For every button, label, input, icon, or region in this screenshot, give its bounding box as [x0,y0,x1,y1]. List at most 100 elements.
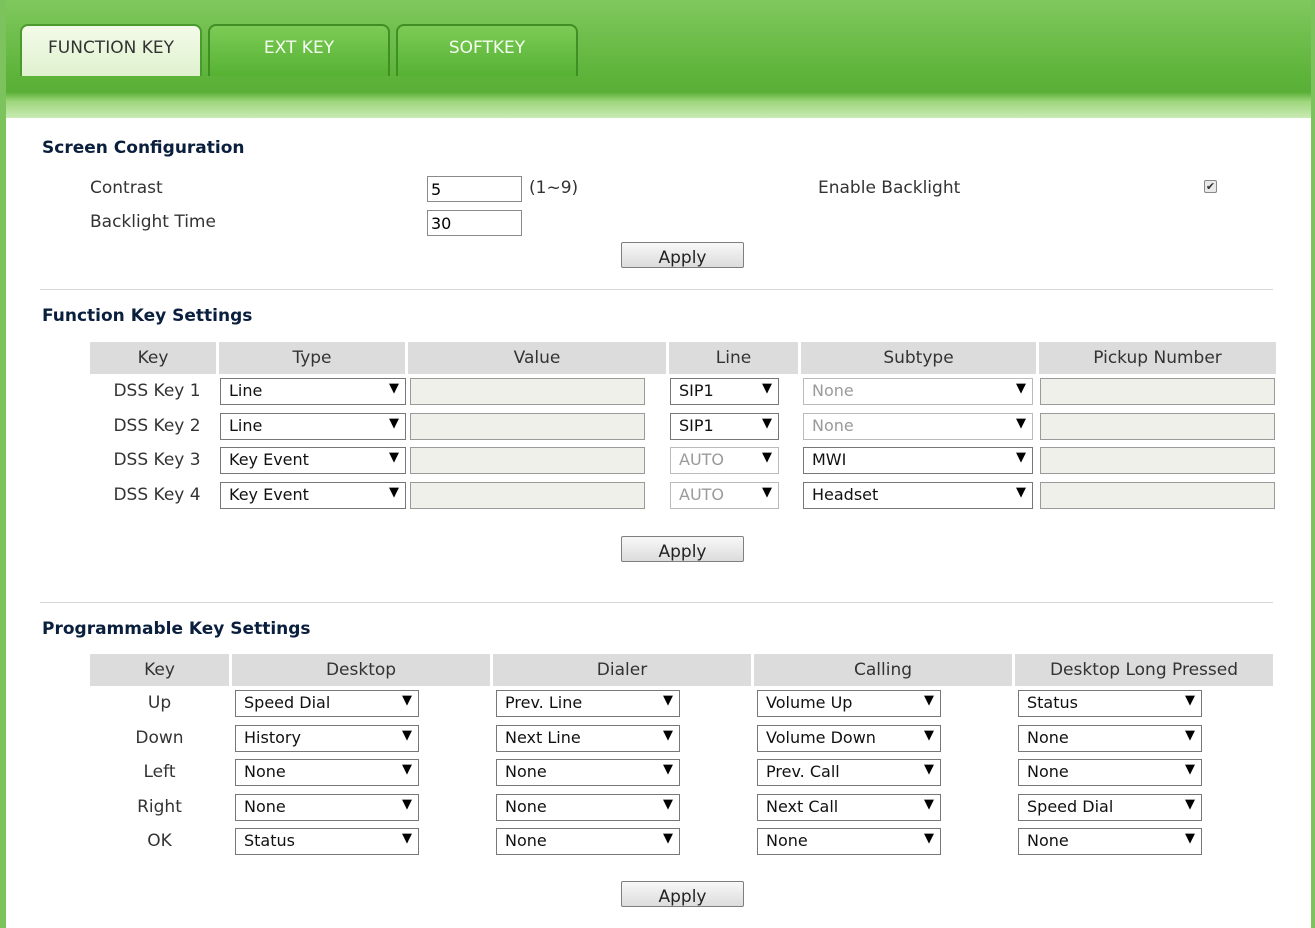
long-press-select[interactable]: None ▼ [1018,828,1202,855]
dss-value-input[interactable] [410,378,645,405]
chevron-down-icon: ▼ [1016,416,1026,431]
dss-key-label: DSS Key 1 [113,381,201,401]
screen-config-title: Screen Configuration [42,138,245,158]
chevron-down-icon: ▼ [402,797,412,812]
dialer-select[interactable]: Prev. Line ▼ [496,690,680,717]
desktop-select[interactable]: Status ▼ [235,828,419,855]
dialer-select[interactable]: None ▼ [496,759,680,786]
dss-value-input[interactable] [410,482,645,509]
tab-softkey[interactable]: SOFTKEY [396,24,578,76]
chevron-down-icon: ▼ [924,797,934,812]
table-row: Left None ▼ None ▼ Prev. Call ▼ None ▼ [6,759,1311,786]
table-row: DSS Key 1 Line ▼ SIP1 ▼ None ▼ [6,378,1311,405]
dss-subtype-select[interactable]: None ▼ [803,413,1033,440]
chevron-down-icon: ▼ [762,381,772,396]
backlight-time-input[interactable] [427,210,522,236]
dss-value-input[interactable] [410,413,645,440]
prog-key-label: Down [135,728,184,748]
chevron-down-icon: ▼ [1185,797,1195,812]
dss-type-select[interactable]: Key Event ▼ [220,482,406,509]
col-type: Type [219,342,405,374]
function-key-title: Function Key Settings [42,306,253,326]
main-content: Screen Configuration Contrast (1~9) Enab… [6,118,1311,928]
calling-select[interactable]: Volume Up ▼ [757,690,941,717]
col-value: Value [408,342,666,374]
chevron-down-icon: ▼ [762,450,772,465]
chevron-down-icon: ▼ [1016,450,1026,465]
desktop-select[interactable]: None ▼ [235,794,419,821]
dss-subtype-select[interactable]: None ▼ [803,378,1033,405]
dss-pickup-input[interactable] [1040,413,1275,440]
col-subtype: Subtype [801,342,1036,374]
long-press-select[interactable]: None ▼ [1018,759,1202,786]
chevron-down-icon: ▼ [663,693,673,708]
table-row: OK Status ▼ None ▼ None ▼ None ▼ [6,828,1311,855]
chevron-down-icon: ▼ [1016,485,1026,500]
chevron-down-icon: ▼ [402,831,412,846]
desktop-select[interactable]: History ▼ [235,725,419,752]
table-row: DSS Key 4 Key Event ▼ AUTO ▼ Headset ▼ [6,482,1311,509]
chevron-down-icon: ▼ [389,416,399,431]
enable-backlight-checkbox[interactable]: ✔ [1204,180,1217,193]
chevron-down-icon: ▼ [389,450,399,465]
chevron-down-icon: ▼ [924,728,934,743]
long-press-select[interactable]: None ▼ [1018,725,1202,752]
col-dialer: Dialer [493,654,751,686]
tab-bar: FUNCTION KEY EXT KEY SOFTKEY [20,24,578,76]
chevron-down-icon: ▼ [924,831,934,846]
chevron-down-icon: ▼ [663,728,673,743]
dss-line-select[interactable]: SIP1 ▼ [670,413,779,440]
dss-line-select[interactable]: AUTO ▼ [670,482,779,509]
desktop-select[interactable]: None ▼ [235,759,419,786]
table-row: Up Speed Dial ▼ Prev. Line ▼ Volume Up ▼ St… [6,690,1311,717]
desktop-select[interactable]: Speed Dial ▼ [235,690,419,717]
dss-type-select[interactable]: Key Event ▼ [220,447,406,474]
dss-key-label: DSS Key 4 [113,485,201,505]
dss-pickup-input[interactable] [1040,482,1275,509]
dss-type-select[interactable]: Line ▼ [220,413,406,440]
col-desktop: Desktop [232,654,490,686]
dialer-select[interactable]: None ▼ [496,794,680,821]
calling-select[interactable]: Next Call ▼ [757,794,941,821]
contrast-label: Contrast [90,178,163,198]
chevron-down-icon: ▼ [924,762,934,777]
long-press-select[interactable]: Speed Dial ▼ [1018,794,1202,821]
col-key: Key [90,654,229,686]
table-row: DSS Key 3 Key Event ▼ AUTO ▼ MWI ▼ [6,447,1311,474]
dialer-select[interactable]: Next Line ▼ [496,725,680,752]
chevron-down-icon: ▼ [663,831,673,846]
programmable-key-title: Programmable Key Settings [42,619,311,639]
long-press-select[interactable]: Status ▼ [1018,690,1202,717]
dss-value-input[interactable] [410,447,645,474]
check-icon: ✔ [1205,180,1216,193]
function-key-apply-button[interactable]: Apply [621,536,744,562]
dss-subtype-select[interactable]: MWI ▼ [803,447,1033,474]
dss-key-label: DSS Key 3 [113,450,201,470]
dss-subtype-select[interactable]: Headset ▼ [803,482,1033,509]
calling-select[interactable]: Prev. Call ▼ [757,759,941,786]
chevron-down-icon: ▼ [1016,381,1026,396]
col-key: Key [90,342,216,374]
dss-pickup-input[interactable] [1040,447,1275,474]
screen-apply-button[interactable]: Apply [621,242,744,268]
chevron-down-icon: ▼ [1185,728,1195,743]
chevron-down-icon: ▼ [762,416,772,431]
dss-line-select[interactable]: AUTO ▼ [670,447,779,474]
dss-line-select[interactable]: SIP1 ▼ [670,378,779,405]
prog-key-label: Right [137,797,182,817]
dss-type-select[interactable]: Line ▼ [220,378,406,405]
backlight-time-label: Backlight Time [90,212,216,232]
tab-ext-key[interactable]: EXT KEY [208,24,390,76]
chevron-down-icon: ▼ [402,762,412,777]
dialer-select[interactable]: None ▼ [496,828,680,855]
programmable-key-apply-button[interactable]: Apply [621,881,744,907]
tab-function-key[interactable]: FUNCTION KEY [20,24,202,76]
dss-pickup-input[interactable] [1040,378,1275,405]
table-row: Down History ▼ Next Line ▼ Volume Down ▼ No… [6,725,1311,752]
tab-header: FUNCTION KEY EXT KEY SOFTKEY [6,0,1311,118]
calling-select[interactable]: Volume Down ▼ [757,725,941,752]
contrast-input[interactable] [427,176,522,202]
calling-select[interactable]: None ▼ [757,828,941,855]
enable-backlight-label: Enable Backlight [818,178,961,198]
chevron-down-icon: ▼ [389,485,399,500]
